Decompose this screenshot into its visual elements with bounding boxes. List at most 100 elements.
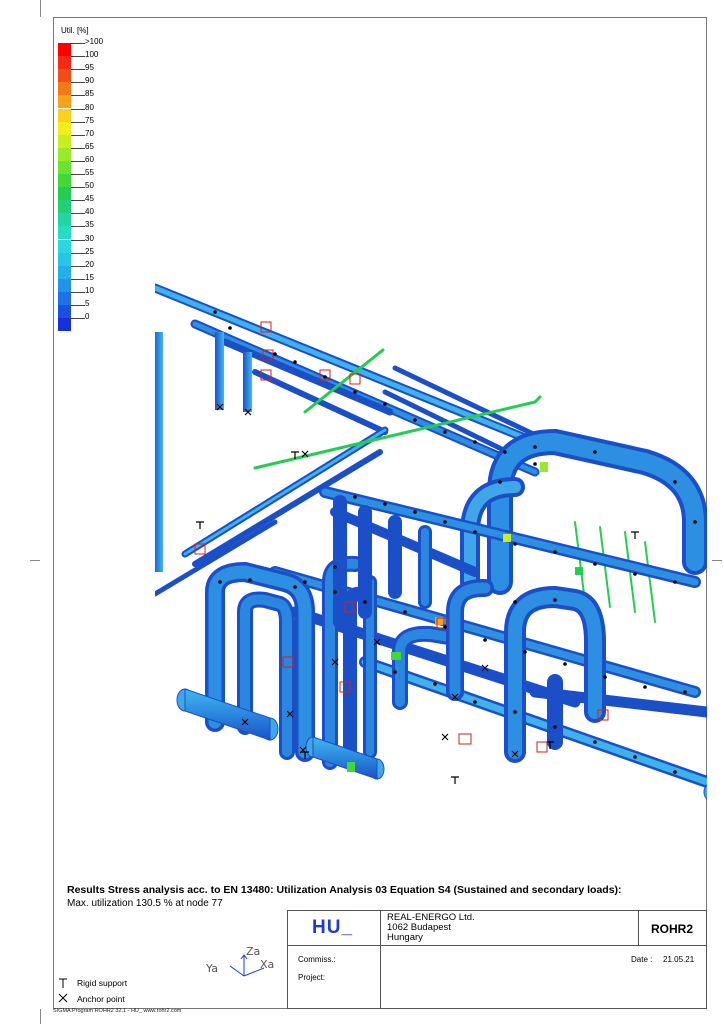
legend-swatch <box>58 95 71 109</box>
corner-tick <box>40 0 41 17</box>
legend-swatch <box>58 43 71 56</box>
node-dot <box>523 650 527 654</box>
legend-swatch <box>58 252 71 266</box>
node-dot <box>383 502 387 506</box>
legend-tick <box>71 187 85 189</box>
node-dot <box>333 590 337 594</box>
axis-ya-label: Ya <box>205 962 218 975</box>
legend-label: 30 <box>85 233 94 243</box>
corner-tick <box>712 560 722 561</box>
node-dot <box>513 710 517 714</box>
legend-label: 40 <box>85 207 94 217</box>
legend-label: 15 <box>85 272 94 282</box>
node-dot <box>218 580 222 584</box>
axis-xa-label: Xa <box>260 958 274 971</box>
node-dot <box>633 755 637 759</box>
program-footer: SIGMA Program ROHR2 32.1 - HU_ www.rohr2… <box>53 1008 182 1014</box>
legend-label: 35 <box>85 220 94 230</box>
node-dot <box>503 450 507 454</box>
legend-swatch <box>58 265 71 279</box>
legend-label: 25 <box>85 246 94 256</box>
node-dot <box>673 480 677 484</box>
legend-tick <box>71 200 85 202</box>
node-dot <box>213 310 217 314</box>
company-country: Hungary <box>387 932 423 943</box>
legend-swatch <box>58 187 71 201</box>
node-dot <box>443 625 447 629</box>
node-dot <box>248 578 252 582</box>
legend-label: 85 <box>85 89 94 99</box>
axis-za-label: Za <box>246 945 260 958</box>
node-dot <box>333 565 337 569</box>
labels-cell: Commiss.: Project: <box>288 946 381 1009</box>
node-dot <box>393 670 397 674</box>
node-dot <box>323 375 327 379</box>
legend-swatch <box>58 69 71 83</box>
legend-swatch <box>58 291 71 305</box>
symbol-icons <box>58 978 68 1003</box>
legend-label: 45 <box>85 194 94 204</box>
date-value: 21.05.21 <box>663 955 695 964</box>
legend-swatch <box>58 213 71 227</box>
legend-label: 55 <box>85 168 94 177</box>
rigid-support-marker <box>196 521 204 529</box>
node-dot <box>443 430 447 434</box>
node-dot <box>473 440 477 444</box>
legend-tick <box>71 56 85 58</box>
node-dot <box>413 510 417 514</box>
legend-tick <box>71 108 85 110</box>
legend-label: 10 <box>85 285 94 295</box>
legend-tick <box>71 305 85 306</box>
node-dot <box>603 675 607 679</box>
legend-label: 95 <box>85 63 94 73</box>
corner-tick <box>30 560 40 561</box>
node-dot <box>533 462 537 466</box>
legend-tick <box>71 160 85 162</box>
legend-tick <box>71 318 85 320</box>
analysis-subtitle: Max. utilization 130.5 % at node 77 <box>67 898 223 909</box>
legend-label: 100 <box>85 50 99 60</box>
node-dot <box>383 402 387 406</box>
legend-tick <box>71 278 85 280</box>
project-label: Project: <box>298 973 326 982</box>
product-name: ROHR2 <box>651 922 694 936</box>
legend-label: 70 <box>85 128 94 138</box>
logo-cell: HU_ <box>288 911 381 946</box>
legend-swatch <box>58 278 71 292</box>
node-dot <box>413 418 417 422</box>
legend-label: 90 <box>85 76 94 86</box>
node-dot <box>643 685 647 689</box>
legend-label: >100 <box>85 37 104 46</box>
legend-label: 50 <box>85 181 94 191</box>
node-dot <box>593 450 597 454</box>
legend-swatch <box>58 134 71 148</box>
product-cell: ROHR2 <box>639 911 707 946</box>
node-dot <box>228 326 232 330</box>
anchor-point-marker <box>441 733 449 741</box>
legend-swatch <box>58 226 71 240</box>
rigid-support-marker <box>451 776 459 784</box>
node-dot <box>353 390 357 394</box>
legend-label: 80 <box>85 102 94 112</box>
legend-swatch <box>58 174 71 187</box>
legend-label: 60 <box>85 154 94 164</box>
legend-tick <box>71 291 85 293</box>
legend-tick <box>71 226 85 228</box>
legend-tick <box>71 69 85 71</box>
hu-logo: HU_ <box>312 917 354 938</box>
legend-tick <box>71 265 85 267</box>
node-dot <box>563 662 567 666</box>
node-dot <box>293 585 297 589</box>
legend-label: 65 <box>85 141 94 151</box>
node-dot <box>303 580 307 584</box>
node-dot <box>593 740 597 744</box>
legend-tick <box>71 121 85 123</box>
axes-triad: Za Ya Xa <box>205 945 274 977</box>
legend-tick <box>71 43 85 44</box>
rigid-support-marker <box>631 531 639 539</box>
legend-swatch <box>58 108 71 122</box>
legend-tick <box>71 134 85 136</box>
node-dot <box>693 520 697 524</box>
legend-label: 20 <box>85 259 94 269</box>
legend-tick <box>71 252 85 254</box>
